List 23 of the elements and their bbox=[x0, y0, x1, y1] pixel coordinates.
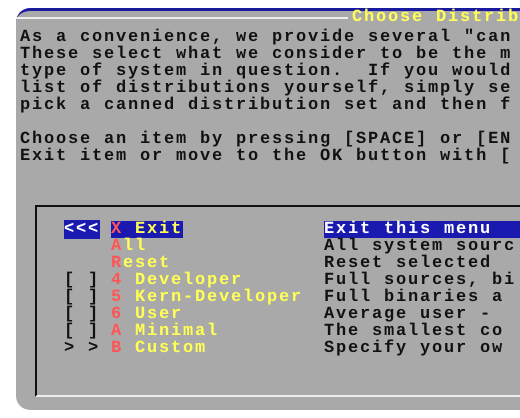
item-description: Full binaries a bbox=[324, 289, 504, 306]
menu-item[interactable]: X Exit bbox=[111, 221, 184, 238]
help-text-line: Exit item or move to the OK button with [ bbox=[20, 148, 514, 165]
intro-text-line: As a convenience, we provide several "can bbox=[20, 29, 514, 46]
intro-text-line: list of distributions yourself, simply se bbox=[20, 80, 514, 97]
item-description: Average user - bbox=[324, 306, 492, 323]
item-marker[interactable]: [ ] bbox=[64, 288, 100, 307]
item-marker[interactable]: [ ] bbox=[64, 322, 100, 341]
item-description: Reset selected bbox=[324, 255, 492, 272]
item-marker[interactable]: [ ] bbox=[64, 305, 100, 324]
intro-text-line: type of system in question. If you would bbox=[20, 63, 514, 80]
item-description: Specify your ow bbox=[324, 340, 504, 357]
intro-text-line: These select what we consider to be the m bbox=[20, 46, 514, 63]
item-marker[interactable]: [ ] bbox=[64, 271, 100, 290]
intro-text-line: pick a canned distribution set and then f bbox=[20, 97, 514, 114]
item-description: Full sources, bi bbox=[324, 272, 516, 289]
dialog-title: Choose Distrib bbox=[352, 11, 520, 25]
item-marker[interactable]: > > bbox=[64, 339, 100, 358]
help-text-line: Choose an item by pressing [SPACE] or [EN bbox=[20, 131, 514, 148]
item-marker[interactable]: <<< bbox=[64, 220, 100, 239]
item-description: Exit this menu bbox=[324, 221, 520, 238]
item-description: The smallest co bbox=[324, 323, 504, 340]
item-description: All system sourc bbox=[324, 238, 516, 255]
